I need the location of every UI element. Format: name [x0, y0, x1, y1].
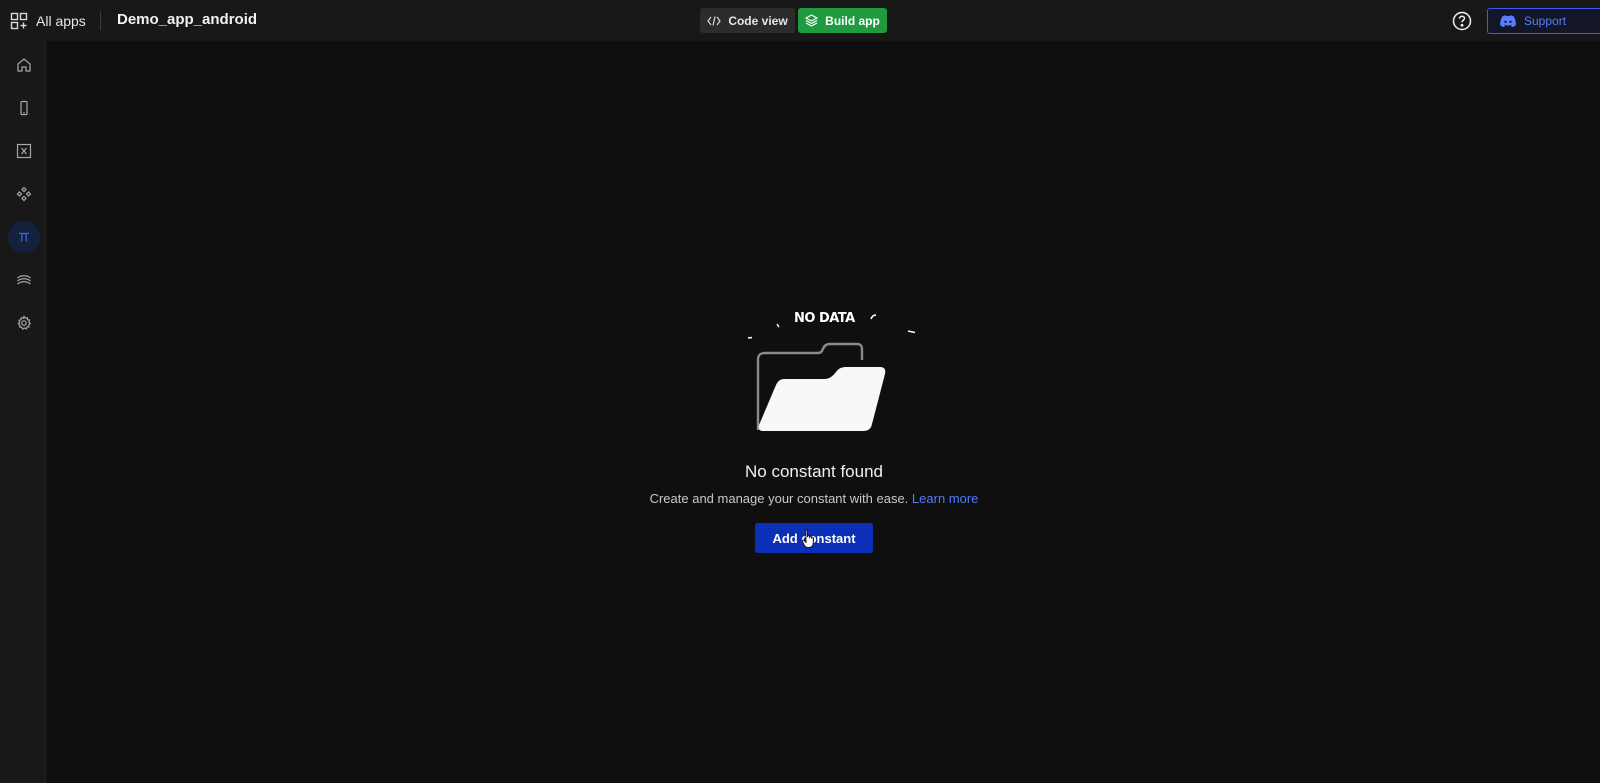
- learn-more-link[interactable]: Learn more: [912, 491, 978, 506]
- no-data-folder-illustration: NO DATA: [747, 311, 916, 431]
- gear-icon: [17, 315, 32, 330]
- code-view-button[interactable]: Code view: [700, 8, 795, 33]
- sidebar: [0, 41, 46, 783]
- api-icon: [17, 275, 31, 285]
- apps-grid-icon: [10, 12, 28, 30]
- all-apps-link[interactable]: All apps: [10, 10, 86, 32]
- top-bar: All apps Demo_app_android Code view Buil…: [0, 0, 1600, 41]
- variable-icon: [16, 143, 32, 159]
- header-divider: [100, 11, 101, 30]
- layers-icon: [805, 14, 819, 27]
- help-icon[interactable]: [1452, 11, 1472, 31]
- sidebar-item-screens[interactable]: [8, 92, 40, 124]
- build-app-label: Build app: [825, 13, 880, 28]
- components-icon: [16, 186, 32, 202]
- pi-icon: [19, 232, 29, 242]
- sidebar-item-api[interactable]: [8, 264, 40, 296]
- support-label: Support: [1524, 14, 1567, 28]
- sidebar-item-home[interactable]: [8, 49, 40, 81]
- empty-title: No constant found: [745, 462, 883, 481]
- empty-state: NO DATA No constant found Create and man…: [600, 300, 1028, 560]
- app-title: Demo_app_android: [117, 11, 258, 28]
- home-icon: [17, 58, 31, 72]
- support-button[interactable]: Support: [1487, 8, 1600, 34]
- sidebar-item-settings[interactable]: [8, 307, 40, 339]
- mobile-icon: [20, 100, 28, 116]
- sidebar-item-components[interactable]: [8, 178, 40, 210]
- build-app-button[interactable]: Build app: [798, 8, 887, 33]
- add-constant-button[interactable]: Add constant: [755, 523, 873, 553]
- empty-description-text: Create and manage your constant with eas…: [649, 491, 909, 506]
- all-apps-label: All apps: [36, 13, 86, 29]
- sidebar-item-constants[interactable]: [8, 221, 40, 253]
- empty-description: Create and manage your constant with eas…: [600, 491, 1028, 506]
- code-view-label: Code view: [728, 13, 788, 28]
- sidebar-item-variables[interactable]: [8, 135, 40, 167]
- code-icon: [707, 15, 722, 26]
- no-data-label: NO DATA: [794, 311, 855, 326]
- discord-icon: [1500, 15, 1516, 27]
